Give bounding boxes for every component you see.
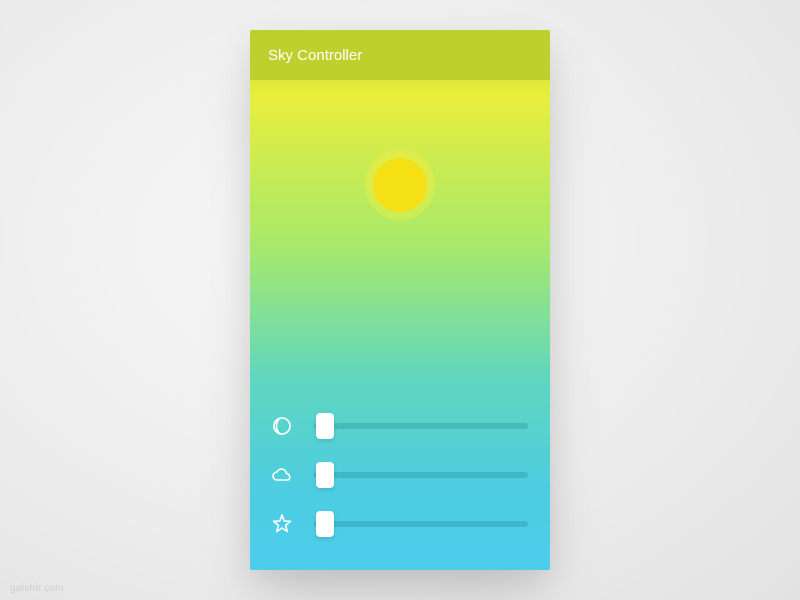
slider-row-cloud bbox=[268, 461, 528, 489]
header-bar: Sky Controller bbox=[250, 30, 550, 80]
sun-icon bbox=[373, 158, 427, 212]
slider-row-moon bbox=[268, 412, 528, 440]
watermark-text: galshir.com bbox=[10, 583, 64, 594]
sky-controller-card: Sky Controller bbox=[250, 30, 550, 570]
slider-row-star bbox=[268, 510, 528, 538]
slider-rail bbox=[314, 423, 528, 429]
cloud-slider[interactable] bbox=[314, 463, 528, 487]
star-icon bbox=[268, 510, 296, 538]
moon-slider[interactable] bbox=[314, 414, 528, 438]
slider-rail bbox=[314, 472, 528, 478]
cloud-icon bbox=[268, 461, 296, 489]
slider-thumb[interactable] bbox=[316, 462, 334, 488]
star-slider[interactable] bbox=[314, 512, 528, 536]
slider-rail bbox=[314, 521, 528, 527]
app-title: Sky Controller bbox=[268, 47, 362, 64]
sky-preview bbox=[250, 80, 550, 380]
controls-panel bbox=[250, 380, 550, 570]
slider-thumb[interactable] bbox=[316, 413, 334, 439]
moon-icon bbox=[268, 412, 296, 440]
slider-thumb[interactable] bbox=[316, 511, 334, 537]
